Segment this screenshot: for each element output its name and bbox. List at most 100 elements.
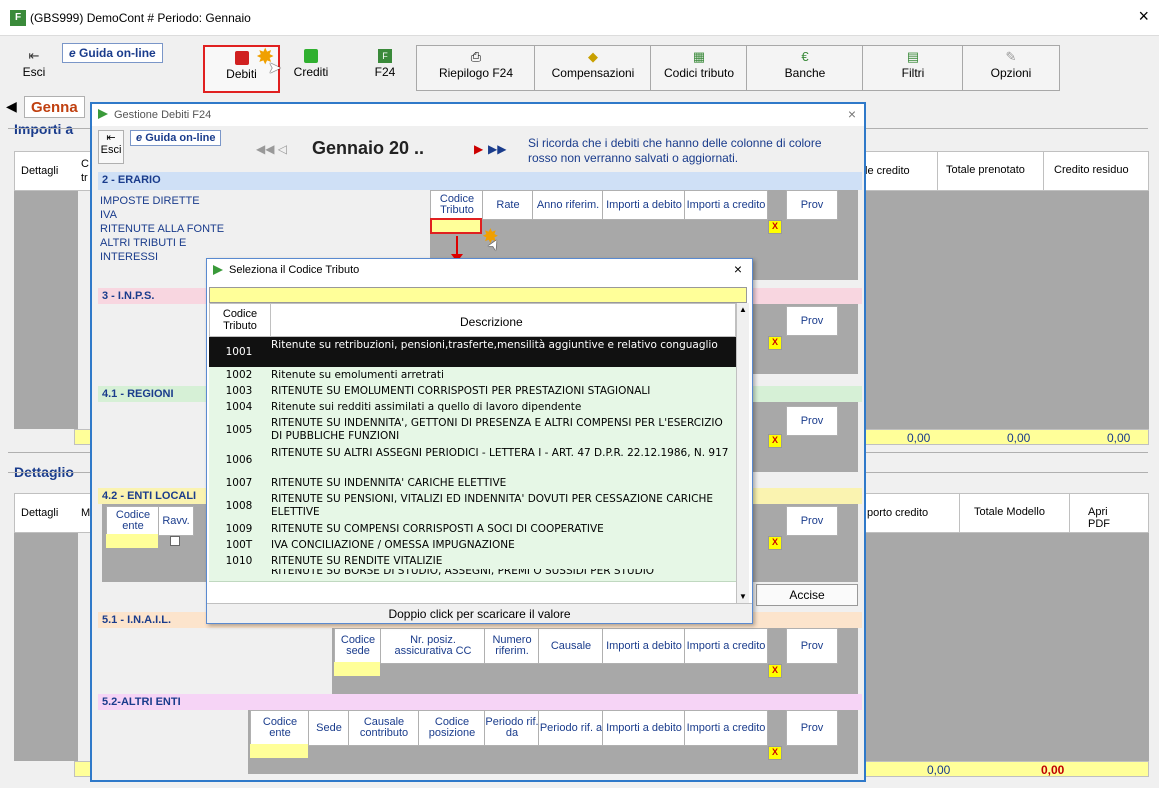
col-c: C bbox=[81, 158, 89, 170]
prev-period-icon[interactable]: ◀◀ ◁ bbox=[256, 142, 287, 156]
col-tr: tr bbox=[81, 172, 88, 184]
col-totale-modello: Totale Modello bbox=[959, 494, 1059, 532]
scroll-up-icon[interactable]: ▲ bbox=[739, 305, 747, 314]
inail-sede-input[interactable] bbox=[334, 662, 380, 676]
dialog-icon bbox=[98, 109, 108, 119]
altri-col-causale: Causale contributo bbox=[348, 710, 420, 746]
search-input[interactable] bbox=[209, 287, 747, 303]
ravv-checkbox[interactable] bbox=[170, 536, 180, 546]
col-codice: Codice Tributo bbox=[222, 308, 258, 332]
crediti-button[interactable]: Crediti bbox=[281, 45, 341, 89]
erario-item[interactable]: IMPOSTE DIRETTE bbox=[100, 194, 240, 208]
inail-col-causale: Causale bbox=[538, 628, 604, 664]
list-item[interactable]: 100T IVA CONCILIAZIONE / OMESSA IMPUGNAZ… bbox=[209, 537, 736, 554]
erario-item[interactable]: RITENUTE ALLA FONTE bbox=[100, 222, 240, 236]
main-toolbar: ⇤ Esci e Guida on-line Debiti Crediti F … bbox=[0, 37, 1159, 93]
importi-left-area bbox=[14, 191, 78, 429]
dlg2-titlebar: Seleziona il Codice Tributo × bbox=[207, 259, 752, 281]
erario-item[interactable]: IVA bbox=[100, 208, 240, 222]
dlg1-guida-button[interactable]: e Guida on-line bbox=[130, 130, 222, 146]
list-header: Codice Tributo Descrizione bbox=[209, 303, 736, 337]
altri-col-debito: Importi a debito bbox=[602, 710, 686, 746]
filter-icon: ▤ bbox=[906, 49, 920, 64]
dlg1-period: Gennaio 20 .. bbox=[312, 138, 425, 158]
window-close-button[interactable]: × bbox=[1138, 6, 1149, 27]
list-item[interactable]: 1008 RITENUTE SU PENSIONI, VITALIZI ED I… bbox=[209, 491, 736, 522]
erario-title: 2 - ERARIO bbox=[102, 174, 161, 186]
altri-col-credito: Importi a credito bbox=[684, 710, 768, 746]
last-period-icon[interactable]: ▶▶ bbox=[488, 142, 506, 156]
ie-icon: e bbox=[136, 132, 143, 144]
enti-title: 4.2 - ENTI LOCALI bbox=[102, 490, 197, 502]
inps-x-button[interactable]: X bbox=[768, 336, 782, 350]
altri-title: 5.2-ALTRI ENTI bbox=[102, 696, 181, 708]
clear-x-button[interactable]: X bbox=[768, 220, 782, 234]
list-item[interactable]: 1009 RITENUTE SU COMPENSI CORRISPOSTI A … bbox=[209, 521, 736, 538]
opzioni-button[interactable]: ✎ Opzioni bbox=[962, 45, 1060, 91]
altri-codice-input[interactable] bbox=[250, 744, 308, 758]
inail-x-button[interactable]: X bbox=[768, 664, 782, 678]
codici-tributo-button[interactable]: ▦ Codici tributo bbox=[650, 45, 748, 91]
document-icon: ⎙ bbox=[470, 49, 482, 64]
altri-col-posizione: Codice posizione bbox=[418, 710, 486, 746]
enti-x-button[interactable]: X bbox=[768, 536, 782, 550]
dlg2-close-button[interactable]: × bbox=[734, 261, 742, 277]
seleziona-codice-dialog: Seleziona il Codice Tributo × Codice Tri… bbox=[206, 258, 753, 624]
esci-button[interactable]: ⇤ Esci bbox=[16, 45, 52, 89]
compensazioni-button[interactable]: ◆ Compensazioni bbox=[534, 45, 652, 91]
filtri-button[interactable]: ▤ Filtri bbox=[862, 45, 964, 91]
bank-icon: € bbox=[801, 49, 809, 64]
credito-residuo-value: 0,00 bbox=[1107, 431, 1131, 445]
col-rate: Rate bbox=[482, 190, 534, 220]
list-item[interactable]: 1005 RITENUTE SU INDENNITA', GETTONI DI … bbox=[209, 415, 736, 446]
banche-button[interactable]: € Banche bbox=[746, 45, 864, 91]
col-totale-prenotato: Totale prenotato bbox=[937, 152, 1033, 190]
list-item[interactable]: RITENUTE SU BORSE DI STUDIO, ASSEGNI, PR… bbox=[209, 569, 736, 582]
dlg2-footer: Doppio click per scaricare il valore bbox=[207, 603, 752, 623]
dettaglio-value-1: 0,00 bbox=[927, 763, 951, 777]
dlg1-esci-button[interactable]: ⇤ Esci bbox=[98, 130, 124, 164]
dlg1-close-button[interactable]: × bbox=[848, 106, 856, 122]
altri-col-prov: Prov bbox=[786, 710, 838, 746]
next-period-icon[interactable]: ▶ bbox=[474, 142, 483, 156]
altri-section bbox=[98, 694, 862, 710]
total-credito-value: 0,00 bbox=[907, 431, 931, 445]
altri-col-da: Periodo rif. da bbox=[484, 710, 540, 746]
altri-col-sede: Sede bbox=[308, 710, 350, 746]
exit-icon: ⇤ bbox=[106, 132, 116, 144]
prev-month-icon[interactable]: ◀ bbox=[6, 98, 17, 115]
enti-codice-input[interactable] bbox=[106, 534, 158, 548]
enti-col-ravv: Ravv. bbox=[158, 506, 194, 536]
accise-button[interactable]: Accise bbox=[756, 584, 858, 606]
enti-col-codice: Codice ente bbox=[106, 506, 160, 536]
f24-button[interactable]: F F24 bbox=[360, 45, 410, 89]
tab-month[interactable]: Genna bbox=[24, 96, 85, 118]
compensazioni-icon: ◆ bbox=[588, 49, 598, 64]
inps-title: 3 - I.N.P.S. bbox=[102, 290, 155, 302]
debiti-icon bbox=[234, 51, 249, 65]
list-item[interactable]: 1004 Ritenute sui redditi assimilati a q… bbox=[209, 399, 736, 416]
inail-col-credito: Importi a credito bbox=[684, 628, 768, 664]
crediti-icon bbox=[304, 49, 318, 63]
dlg1-titlebar: Gestione Debiti F24 × bbox=[92, 104, 864, 126]
regioni-x-button[interactable]: X bbox=[768, 434, 782, 448]
inail-col-posiz: Nr. posiz. assicurativa CC bbox=[380, 628, 486, 664]
dettaglio-right-area bbox=[866, 533, 1149, 761]
scroll-down-icon[interactable]: ▼ bbox=[739, 592, 747, 601]
riepilogo-f24-button[interactable]: ⎙ Riepilogo F24 bbox=[416, 45, 536, 91]
list-item[interactable]: 1007 RITENUTE SU INDENNITA' CARICHE ELET… bbox=[209, 475, 736, 492]
dialog-icon bbox=[213, 265, 223, 275]
list-item[interactable]: 1010 RITENUTE SU RENDITE VITALIZIE bbox=[209, 553, 736, 570]
codice-tributo-input[interactable] bbox=[430, 218, 482, 234]
list-item[interactable]: 1001 Ritenute su retribuzioni, pensioni,… bbox=[209, 337, 736, 368]
col-dettagli: Dettagli bbox=[21, 165, 59, 177]
inail-col-debito: Importi a debito bbox=[602, 628, 686, 664]
list-item[interactable]: 1002 Ritenute su emolumenti arretrati bbox=[209, 367, 736, 384]
list-item[interactable]: 1003 RITENUTE SU EMOLUMENTI CORRISPOSTI … bbox=[209, 383, 736, 400]
dlg1-note: Si ricorda che i debiti che hanno delle … bbox=[528, 136, 822, 165]
altri-x-button[interactable]: X bbox=[768, 746, 782, 760]
list-item[interactable]: 1006 RITENUTE SU ALTRI ASSEGNI PERIODICI… bbox=[209, 445, 736, 476]
list-scrollbar[interactable]: ▲ ▼ bbox=[736, 303, 749, 603]
guida-online-button[interactable]: e Guida on-line bbox=[62, 43, 163, 63]
col-m: M bbox=[81, 507, 91, 519]
